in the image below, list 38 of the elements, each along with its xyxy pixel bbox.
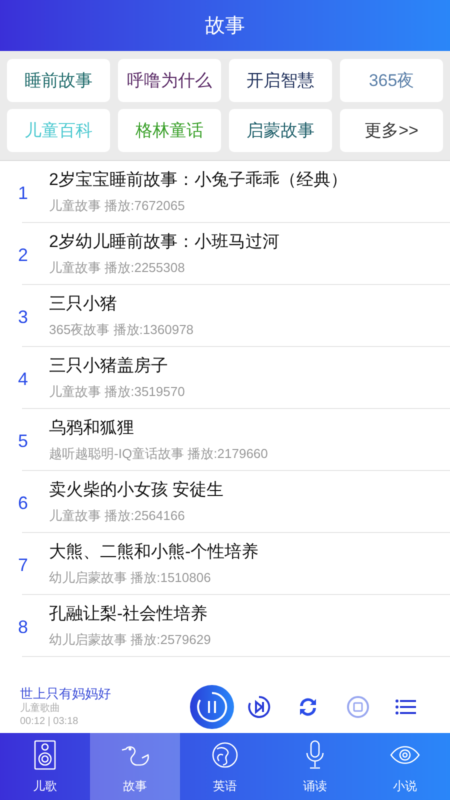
story-meta: 越听越聪明-IQ童话故事 播放:2179660: [49, 444, 268, 462]
globe-icon: [211, 740, 239, 768]
story-meta: 儿童故事 播放:7672065: [49, 196, 186, 214]
track-artist: 儿童歌曲: [20, 702, 61, 714]
category-button[interactable]: 365夜: [340, 59, 443, 102]
story-title: 三只小猪盖房子: [49, 354, 169, 376]
nav-tab[interactable]: 故事: [90, 733, 180, 800]
category-button[interactable]: 睡前故事: [7, 59, 110, 102]
story-title: 2岁幼儿睡前故事：小班马过河: [49, 230, 280, 252]
story-title: 2岁宝宝睡前故事：小兔子乖乖（经典）: [49, 168, 348, 190]
story-meta: 幼儿启蒙故事 播放:2579629: [49, 630, 211, 648]
next-track-icon[interactable]: [246, 694, 271, 718]
nav-tab[interactable]: 小说: [360, 733, 450, 800]
category-button[interactable]: 启蒙故事: [229, 109, 332, 152]
story-meta: 儿童故事 播放:3519570: [49, 382, 185, 400]
microphone-icon: [305, 740, 325, 770]
story-meta: 幼儿启蒙故事 播放:1510806: [49, 568, 212, 586]
story-title: 大熊、二熊和小熊-个性培养: [49, 540, 259, 562]
nav-tab[interactable]: 诵读: [270, 733, 360, 800]
speaker-icon: [34, 740, 56, 770]
story-title: 三只小猪: [49, 292, 118, 314]
story-title: 孔融让梨-社会性培养: [49, 602, 209, 624]
pause-button[interactable]: [190, 684, 234, 728]
story-meta: 儿童故事 播放:2564166: [49, 506, 186, 524]
nav-tab[interactable]: 儿歌: [0, 733, 90, 800]
story-title: 乌鸦和狐狸: [49, 416, 135, 438]
story-meta: 365夜故事 播放:1360978: [49, 320, 194, 338]
track-time: 00:12 | 03:18: [20, 714, 80, 728]
eye-icon: [390, 744, 420, 764]
category-button[interactable]: 开启智慧: [229, 59, 332, 102]
nav-tab[interactable]: 英语: [180, 733, 270, 800]
track-title: 世上只有妈妈好: [20, 686, 112, 702]
playlist-icon[interactable]: [395, 698, 418, 716]
page-title: 故事: [205, 14, 245, 38]
story-title: 卖火柴的小女孩 安徒生: [49, 478, 224, 500]
story-meta: 儿童故事 播放:2255308: [49, 258, 186, 276]
category-button[interactable]: 更多>>: [340, 109, 443, 152]
category-button[interactable]: 呼噜为什么: [118, 59, 221, 102]
